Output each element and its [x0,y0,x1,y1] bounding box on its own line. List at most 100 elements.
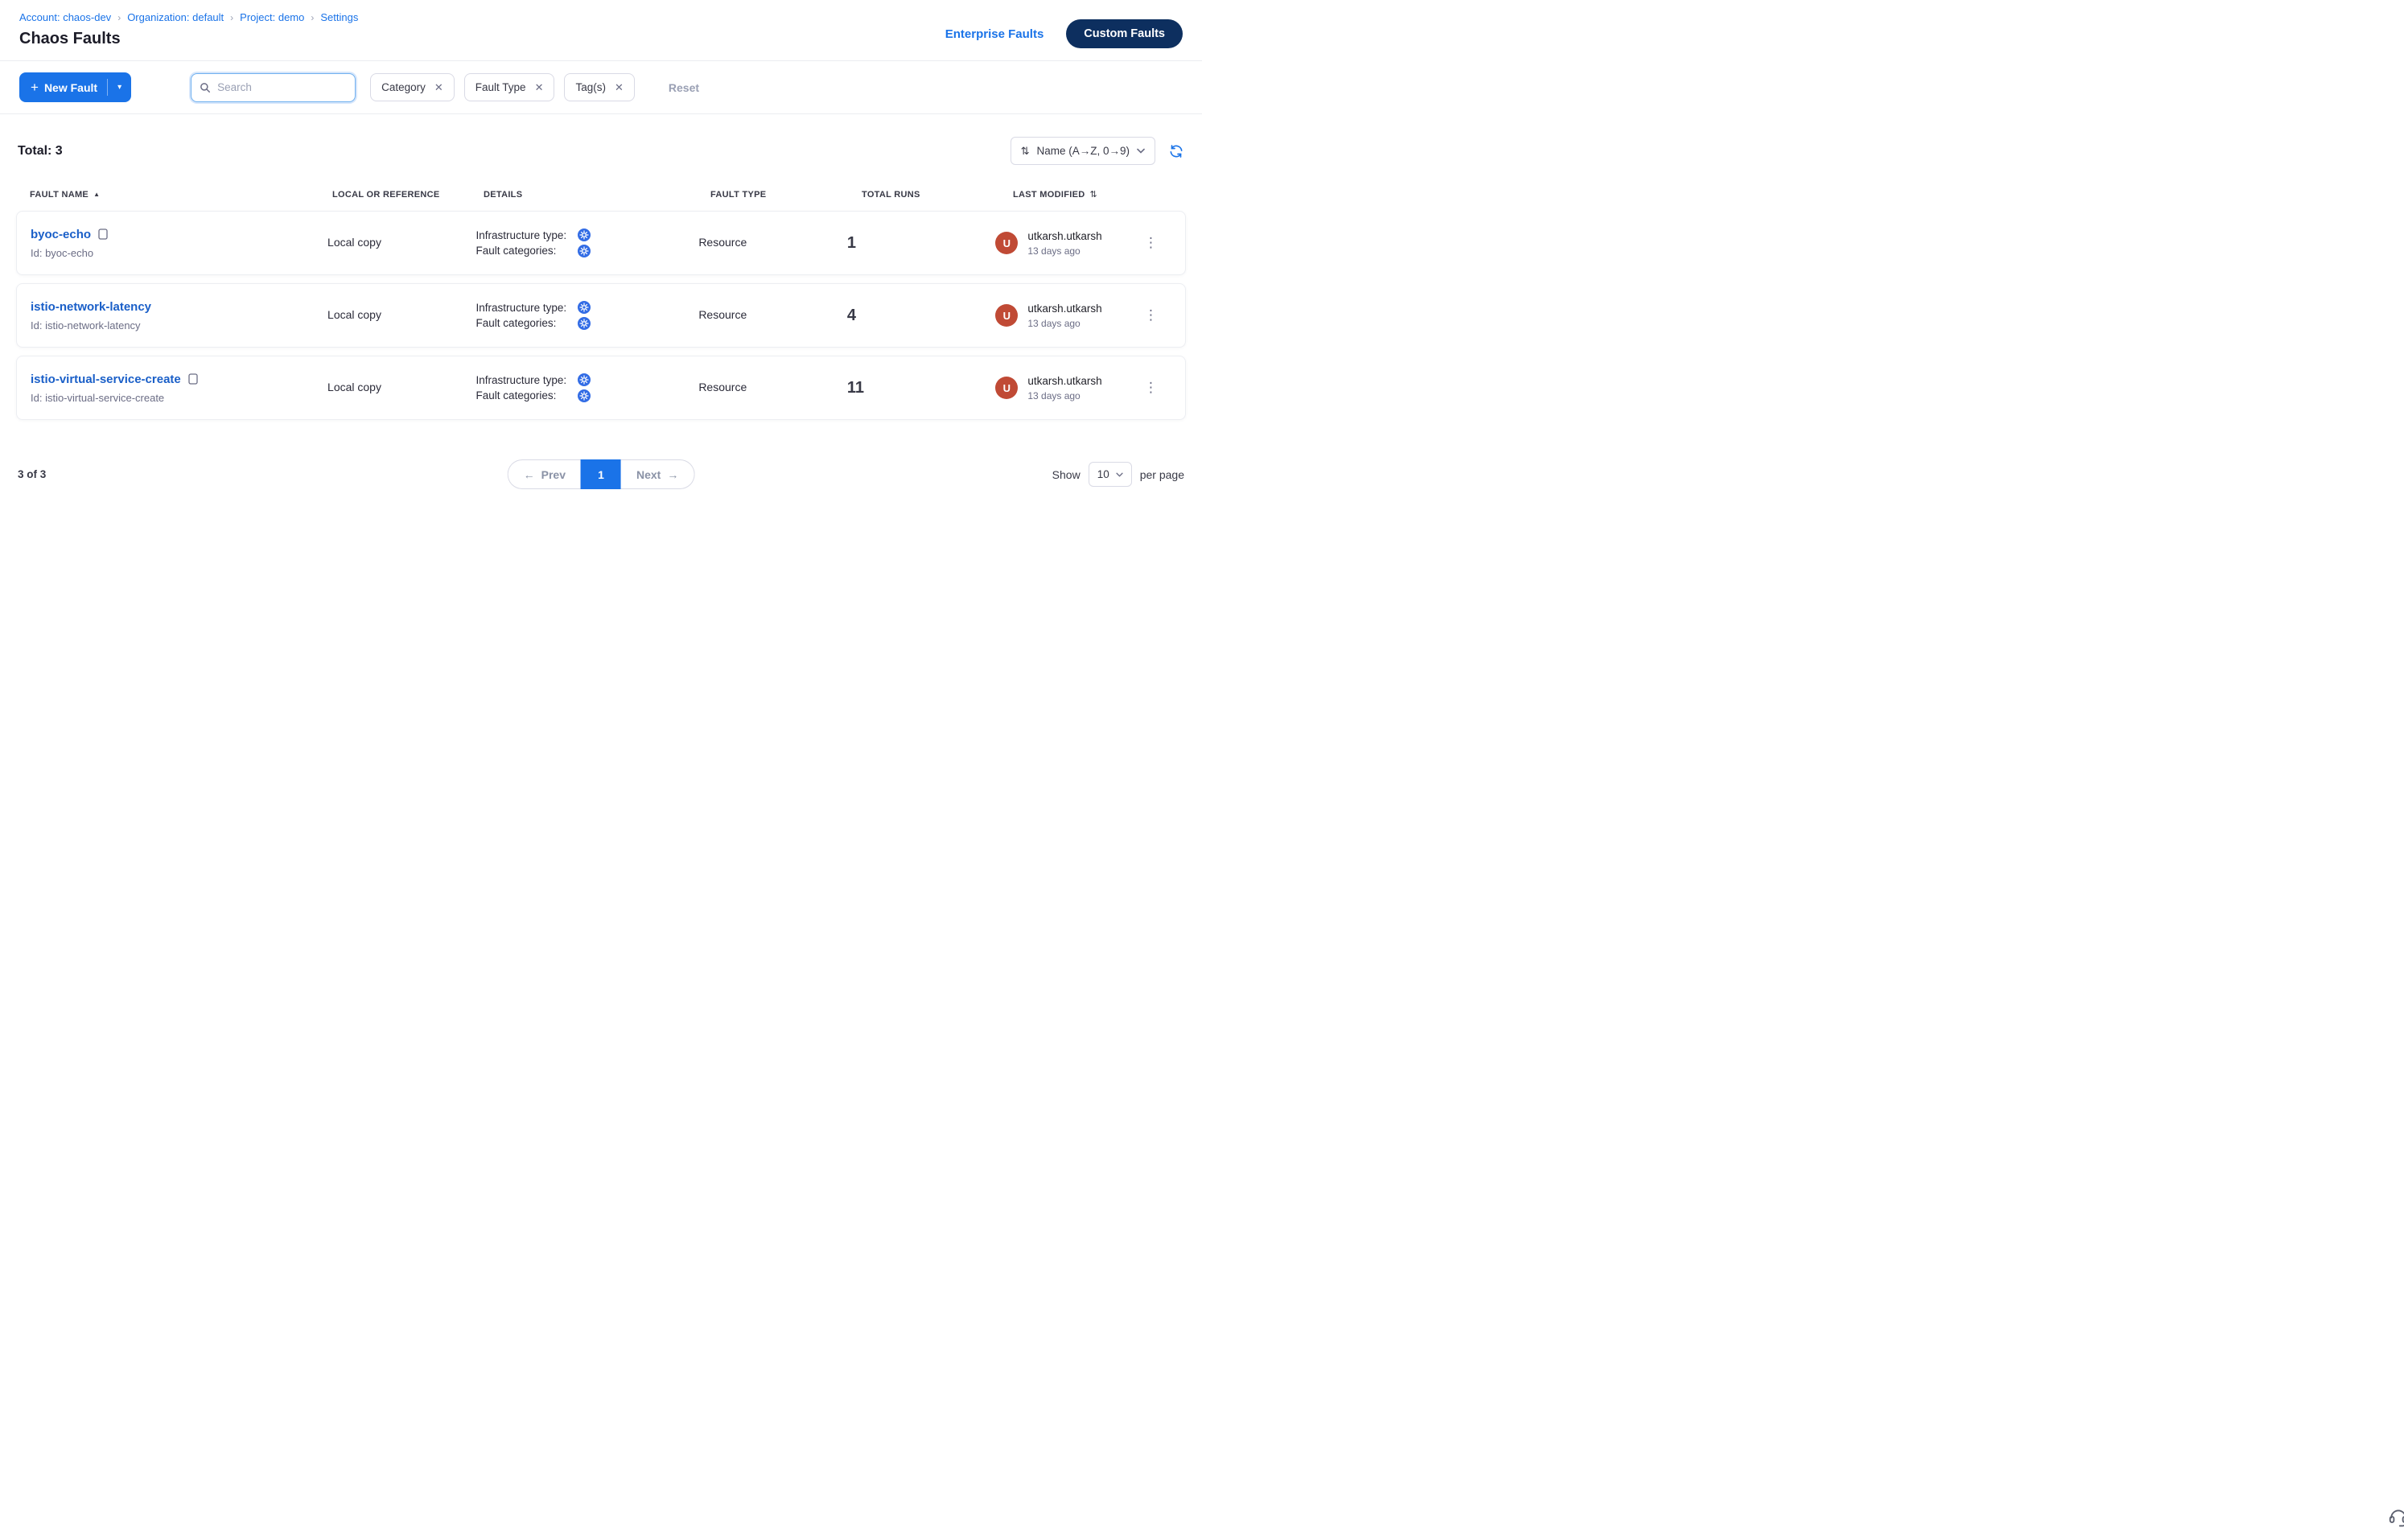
new-fault-dropdown-button[interactable]: ▾ [108,83,131,92]
close-icon[interactable]: ✕ [434,82,443,93]
modified-date: 13 days ago [1027,390,1101,401]
row-menu-button[interactable]: ⋮ [1138,377,1164,399]
column-label: FAULT TYPE [710,190,766,200]
next-page-button[interactable]: Next → [621,459,694,489]
close-icon[interactable]: ✕ [535,82,544,93]
search-box [191,73,356,102]
fault-list: byoc-echo Id: byoc-echo Local copy Infra… [0,211,1202,420]
support-icon[interactable] [2387,1505,2404,1532]
refresh-button[interactable] [1168,143,1184,159]
modified-date: 13 days ago [1027,245,1101,257]
chevron-right-icon: › [117,12,121,23]
chevron-down-icon [1137,148,1145,154]
table-row[interactable]: istio-virtual-service-create Id: istio-v… [16,356,1186,420]
kubernetes-icon [578,301,591,314]
kubernetes-icon [578,373,591,386]
total-count: Total: 3 [18,144,63,159]
breadcrumb-account[interactable]: Account: chaos-dev [19,11,111,23]
column-label: LOCAL OR REFERENCE [332,190,440,200]
infrastructure-type-label: Infrastructure type: [476,374,578,386]
filter-chip-label: Fault Type [475,81,526,93]
column-header-fault-name[interactable]: FAULT NAME ▲ [30,190,332,200]
sort-updown-icon: ⇅ [1089,189,1097,200]
row-menu-button[interactable]: ⋮ [1138,232,1164,254]
fault-type-value: Resource [698,236,747,249]
page-size-select[interactable]: 10 [1089,462,1132,487]
sort-dropdown[interactable]: ⇅ Name (A→Z, 0→9) [1011,137,1155,165]
pager: ← Prev 1 Next → [508,459,695,489]
column-label: LAST MODIFIED [1013,190,1085,200]
column-header-details: DETAILS [484,190,710,200]
fault-id: Id: istio-network-latency [31,319,327,331]
next-label: Next [636,468,661,481]
breadcrumb: Account: chaos-dev › Organization: defau… [19,11,358,23]
filter-chip-label: Tag(s) [575,81,606,93]
fault-id: Id: byoc-echo [31,247,327,259]
list-toolbar: Total: 3 ⇅ Name (A→Z, 0→9) [0,114,1202,165]
table-row[interactable]: istio-network-latency Id: istio-network-… [16,283,1186,348]
filter-chip-fault-type[interactable]: Fault Type ✕ [464,73,555,101]
filter-chip-category[interactable]: Category ✕ [370,73,455,101]
new-fault-label: New Fault [44,81,97,94]
arrow-left-icon: ← [524,468,535,481]
show-label: Show [1052,468,1081,481]
reset-filters-button[interactable]: Reset [669,81,699,94]
page-title: Chaos Faults [19,30,358,48]
total-runs-value: 1 [847,234,856,252]
sort-updown-icon: ⇅ [1021,145,1030,158]
table-header: FAULT NAME ▲ LOCAL OR REFERENCE DETAILS … [0,189,1202,200]
filter-chip-tags[interactable]: Tag(s) ✕ [564,73,634,101]
custom-faults-button[interactable]: Custom Faults [1066,19,1183,48]
total-runs-value: 11 [847,379,864,397]
page-size-control: Show 10 per page [1052,462,1184,487]
kubernetes-icon [578,317,591,330]
search-icon [200,82,211,93]
fault-name-link[interactable]: istio-network-latency [31,300,151,314]
fault-categories-label: Fault categories: [476,245,578,257]
document-icon [188,373,198,385]
infrastructure-type-label: Infrastructure type: [476,302,578,314]
breadcrumb-organization[interactable]: Organization: default [127,11,224,23]
table-row[interactable]: byoc-echo Id: byoc-echo Local copy Infra… [16,211,1186,275]
enterprise-faults-link[interactable]: Enterprise Faults [945,27,1044,41]
fault-name-link[interactable]: istio-virtual-service-create [31,373,181,386]
column-label: FAULT NAME [30,190,89,200]
fault-type-value: Resource [698,381,747,393]
column-header-last-modified[interactable]: LAST MODIFIED ⇅ [1013,189,1158,200]
modified-by-user: utkarsh.utkarsh [1027,375,1101,387]
prev-label: Prev [541,468,566,481]
search-input[interactable] [217,81,347,93]
filter-chip-label: Category [381,81,426,93]
avatar[interactable]: U [995,232,1018,254]
modified-by-user: utkarsh.utkarsh [1027,230,1101,242]
fault-categories-label: Fault categories: [476,317,578,329]
arrow-right-icon: → [667,468,678,481]
new-fault-split-button: + New Fault ▾ [19,72,131,102]
total-runs-value: 4 [847,307,856,324]
per-page-label: per page [1140,468,1184,481]
prev-page-button[interactable]: ← Prev [508,459,581,489]
page-header: Account: chaos-dev › Organization: defau… [0,0,1202,61]
close-icon[interactable]: ✕ [615,82,624,93]
plus-icon: + [31,80,39,96]
avatar[interactable]: U [995,304,1018,327]
sort-dropdown-value: Name (A→Z, 0→9) [1036,145,1130,157]
chevron-down-icon [1116,472,1123,477]
kubernetes-icon [578,245,591,257]
column-label: TOTAL RUNS [862,190,920,200]
breadcrumb-settings[interactable]: Settings [320,11,358,23]
avatar[interactable]: U [995,377,1018,399]
fault-name-link[interactable]: byoc-echo [31,228,91,241]
fault-categories-label: Fault categories: [476,389,578,401]
sort-ascending-icon: ▲ [93,191,100,198]
column-header-local-or-reference: LOCAL OR REFERENCE [332,190,484,200]
breadcrumb-project[interactable]: Project: demo [240,11,304,23]
fault-type-value: Resource [698,308,747,321]
modified-by-user: utkarsh.utkarsh [1027,303,1101,315]
page-number-button[interactable]: 1 [581,459,621,489]
row-menu-button[interactable]: ⋮ [1138,304,1164,327]
column-header-fault-type: FAULT TYPE [710,190,862,200]
pagination-range: 3 of 3 [18,468,46,480]
new-fault-button[interactable]: + New Fault [19,80,107,96]
modified-date: 13 days ago [1027,318,1101,329]
